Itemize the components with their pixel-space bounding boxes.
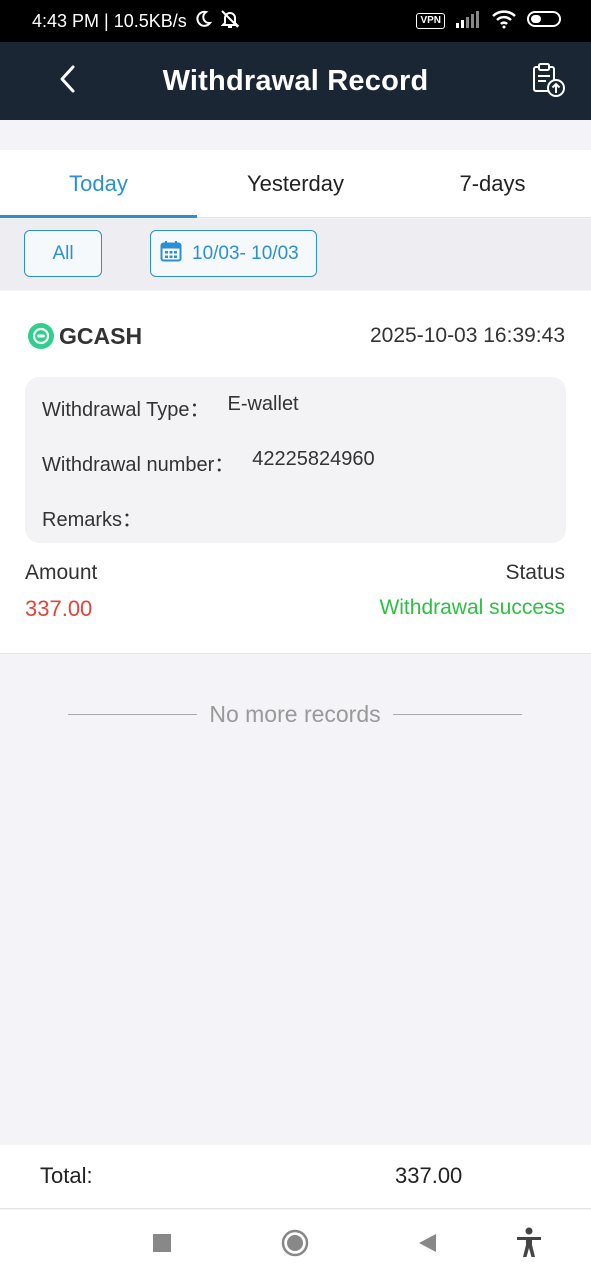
filter-all-button[interactable]: All xyxy=(24,230,102,277)
date-range-button[interactable]: 10/03- 10/03 xyxy=(150,230,317,277)
total-label: Total: xyxy=(40,1163,93,1188)
home-button[interactable] xyxy=(277,1227,313,1263)
no-more-records: No more records xyxy=(68,699,522,729)
status-left: 4:43 PM | 10.5KB/s xyxy=(32,8,241,35)
withdrawal-record-card[interactable]: GCASH 2025-10-03 16:39:43 Withdrawal Typ… xyxy=(0,291,591,654)
payment-method-name: GCASH xyxy=(59,322,143,349)
withdrawal-number-value: 42225824960 xyxy=(252,448,375,470)
moon-icon xyxy=(193,9,213,34)
back-button[interactable] xyxy=(48,61,88,101)
tab-today[interactable]: Today xyxy=(0,150,197,218)
divider-right xyxy=(392,713,522,715)
gcash-logo-icon xyxy=(28,323,54,349)
status-label: Status xyxy=(505,561,565,584)
app-header: Withdrawal Record xyxy=(0,42,591,120)
amount-value: 337.00 xyxy=(25,596,93,621)
circle-home-icon xyxy=(281,1229,309,1262)
withdrawal-number-label: Withdrawal number： xyxy=(42,454,235,476)
calendar-icon xyxy=(160,240,182,268)
record-header: GCASH 2025-10-03 16:39:43 xyxy=(28,321,565,351)
signal-icon xyxy=(455,10,481,33)
chevron-left-icon xyxy=(58,64,78,99)
triangle-back-icon xyxy=(416,1232,438,1259)
remarks-label: Remarks： xyxy=(42,509,143,531)
square-icon xyxy=(152,1233,172,1258)
back-nav-button[interactable] xyxy=(409,1227,445,1263)
withdrawal-number-row: Withdrawal number： 42225824960 xyxy=(42,448,375,477)
status-value: Withdrawal success xyxy=(379,596,565,619)
no-more-records-text: No more records xyxy=(209,700,381,727)
date-tabs: Today Yesterday 7-days xyxy=(0,150,591,218)
vpn-badge: VPN xyxy=(416,13,445,29)
wifi-icon xyxy=(491,9,517,34)
withdrawal-type-value: E-wallet xyxy=(227,393,299,415)
recents-button[interactable] xyxy=(144,1227,180,1263)
total-bar: Total: 337.00 xyxy=(0,1145,591,1209)
export-record-button[interactable] xyxy=(527,61,569,103)
date-range-label: 10/03- 10/03 xyxy=(192,242,299,264)
withdrawal-type-label: Withdrawal Type： xyxy=(42,399,210,421)
divider-left xyxy=(68,713,198,715)
page-title: Withdrawal Record xyxy=(162,64,429,97)
remarks-row: Remarks： xyxy=(42,503,160,532)
bell-off-icon xyxy=(219,8,241,35)
filter-row: All 10/03- 10/03 xyxy=(0,219,591,290)
amount-label: Amount xyxy=(25,561,98,584)
accessibility-button[interactable] xyxy=(511,1227,547,1263)
accessibility-icon xyxy=(514,1227,544,1264)
record-datetime: 2025-10-03 16:39:43 xyxy=(370,324,565,347)
tab-yesterday[interactable]: Yesterday xyxy=(197,150,394,217)
record-details: Withdrawal Type： E-wallet Withdrawal num… xyxy=(25,377,566,543)
status-time-speed: 4:43 PM | 10.5KB/s xyxy=(32,10,187,31)
withdrawal-type-row: Withdrawal Type： E-wallet xyxy=(42,393,299,422)
status-bar: 4:43 PM | 10.5KB/s VPN xyxy=(0,0,591,42)
total-value: 337.00 xyxy=(395,1163,463,1188)
clipboard-upload-icon xyxy=(529,61,567,104)
system-nav-bar xyxy=(0,1210,591,1280)
battery-icon xyxy=(527,10,563,33)
status-right: VPN xyxy=(416,9,563,34)
tab-7-days[interactable]: 7-days xyxy=(394,150,591,217)
